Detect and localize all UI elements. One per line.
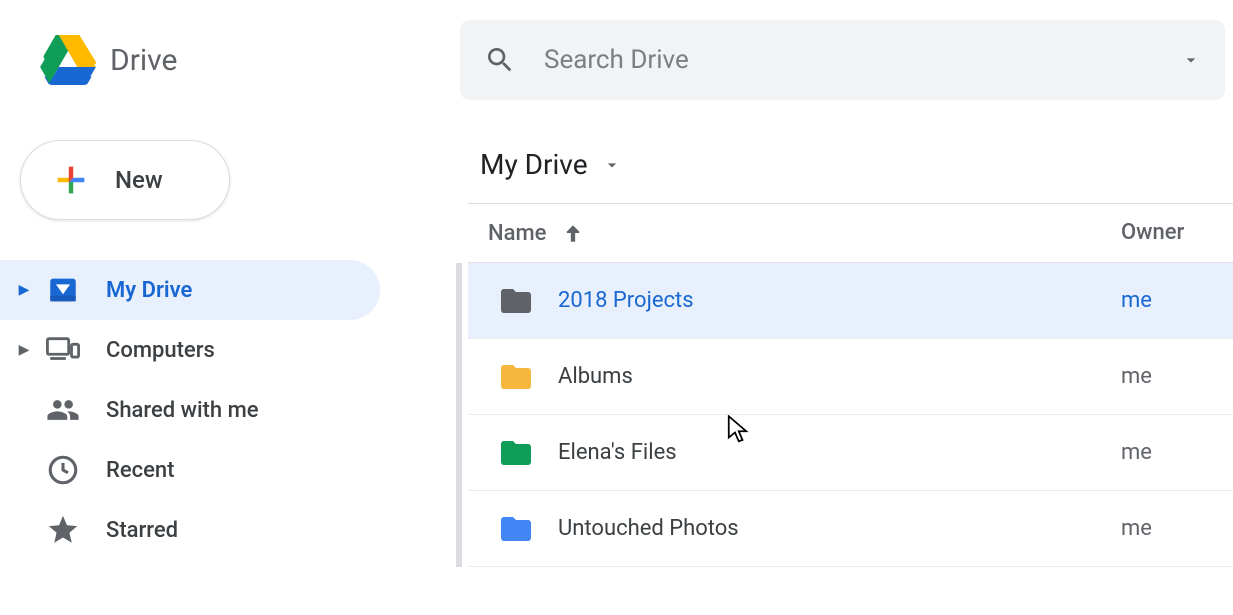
folder-icon — [498, 435, 558, 471]
main-content: My Drive Name Owner 2018 Projects me Alb… — [460, 130, 1233, 567]
sidebar-item-label: Starred — [106, 518, 178, 543]
computers-icon — [38, 333, 88, 367]
drive-logo-icon — [40, 35, 96, 85]
file-list: 2018 Projects me Albums me Elena's Files… — [468, 263, 1233, 567]
file-row[interactable]: Elena's Files me — [468, 415, 1233, 491]
shared-icon — [38, 393, 88, 427]
folder-icon — [498, 283, 558, 319]
search-options-dropdown-icon[interactable] — [1181, 50, 1201, 70]
star-icon — [38, 513, 88, 547]
drive-icon — [38, 273, 88, 307]
sidebar-item-label: Recent — [106, 458, 174, 483]
file-name: Albums — [558, 364, 1121, 389]
scrollbar-indicator — [456, 263, 462, 567]
search-input[interactable] — [544, 45, 1181, 75]
sidebar-item-label: Computers — [106, 338, 215, 363]
clock-icon — [38, 453, 88, 487]
file-owner: me — [1121, 288, 1221, 313]
file-name: 2018 Projects — [558, 288, 1121, 313]
breadcrumb[interactable]: My Drive — [460, 130, 1233, 203]
search-icon — [484, 44, 516, 76]
sort-ascending-icon — [560, 220, 586, 246]
column-owner[interactable]: Owner — [1121, 220, 1221, 246]
sidebar: New ▶ My Drive ▶ Computers Shared with m… — [0, 140, 400, 560]
sidebar-item-my-drive[interactable]: ▶ My Drive — [0, 260, 380, 320]
sidebar-item-computers[interactable]: ▶ Computers — [0, 320, 400, 380]
chevron-down-icon — [602, 155, 622, 175]
sidebar-item-label: My Drive — [106, 278, 192, 303]
file-owner: me — [1121, 516, 1221, 541]
file-row[interactable]: Untouched Photos me — [468, 491, 1233, 567]
app-name: Drive — [110, 43, 177, 78]
search-bar[interactable] — [460, 20, 1225, 100]
column-owner-label: Owner — [1121, 220, 1184, 245]
expand-caret-icon[interactable]: ▶ — [10, 282, 38, 298]
file-row[interactable]: 2018 Projects me — [468, 263, 1233, 339]
expand-caret-icon[interactable]: ▶ — [10, 342, 38, 358]
sidebar-item-shared[interactable]: Shared with me — [0, 380, 400, 440]
file-name: Untouched Photos — [558, 516, 1121, 541]
file-owner: me — [1121, 440, 1221, 465]
sidebar-item-starred[interactable]: Starred — [0, 500, 400, 560]
sidebar-item-recent[interactable]: Recent — [0, 440, 400, 500]
column-name-label: Name — [488, 221, 546, 246]
new-button[interactable]: New — [20, 140, 230, 220]
plus-icon — [51, 160, 91, 200]
folder-icon — [498, 511, 558, 547]
sidebar-item-label: Shared with me — [106, 398, 259, 423]
new-button-label: New — [115, 166, 163, 194]
folder-icon — [498, 359, 558, 395]
file-owner: me — [1121, 364, 1221, 389]
file-name: Elena's Files — [558, 440, 1121, 465]
file-row[interactable]: Albums me — [468, 339, 1233, 415]
column-name[interactable]: Name — [488, 220, 1121, 246]
column-headers: Name Owner — [468, 204, 1233, 263]
nav-list: ▶ My Drive ▶ Computers Shared with me — [0, 260, 400, 560]
breadcrumb-current: My Drive — [480, 148, 588, 181]
drive-logo[interactable]: Drive — [40, 35, 177, 85]
